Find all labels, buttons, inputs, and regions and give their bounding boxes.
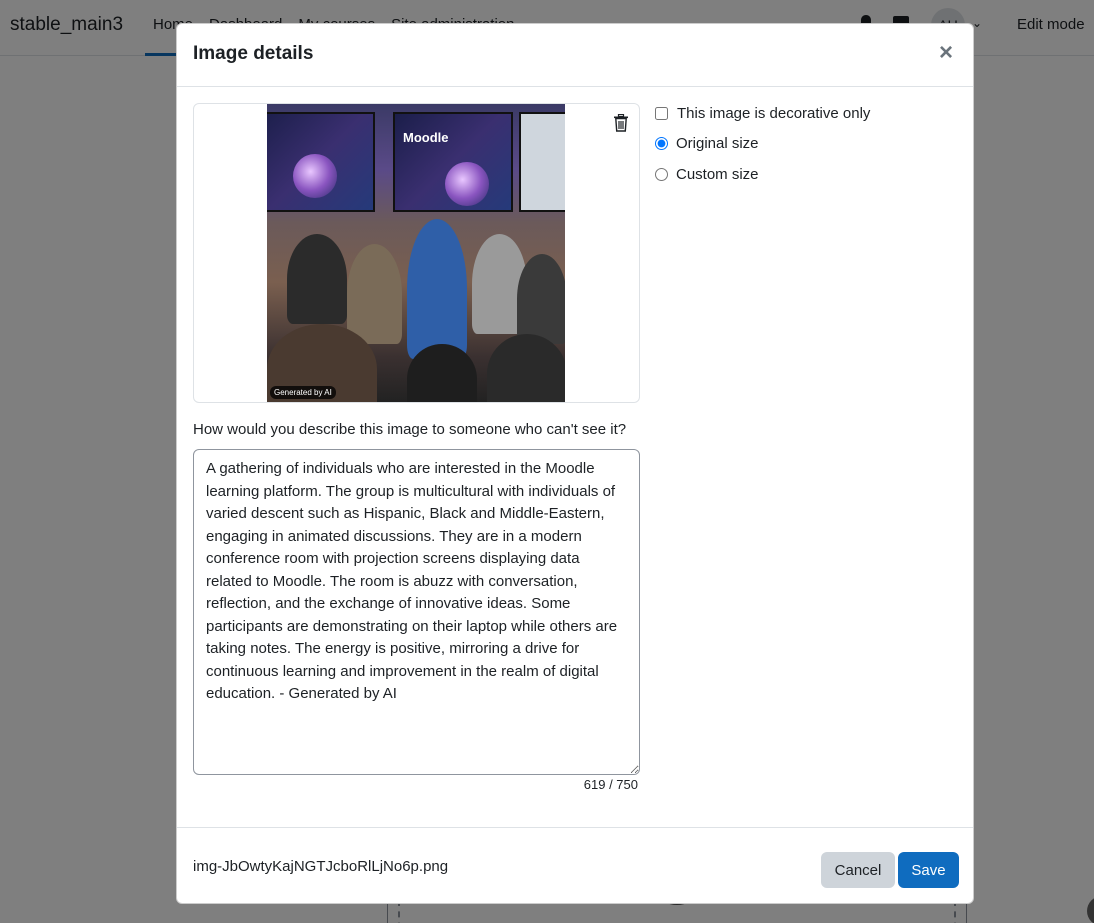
modal-header: Image details × xyxy=(177,24,973,87)
decorative-option[interactable]: This image is decorative only xyxy=(654,105,870,122)
decorative-label: This image is decorative only xyxy=(677,105,871,122)
custom-size-radio[interactable] xyxy=(655,168,668,181)
image-details-dialog: Image details × Moodle Generated by AI T… xyxy=(176,23,974,904)
decorative-checkbox[interactable] xyxy=(655,107,668,120)
image-preview-frame: Moodle Generated by AI xyxy=(193,103,640,403)
cancel-button[interactable]: Cancel xyxy=(821,852,895,888)
original-size-radio[interactable] xyxy=(655,137,668,150)
alt-text-textarea[interactable]: A gathering of individuals who are inter… xyxy=(193,449,640,775)
projection-screen-center: Moodle xyxy=(393,112,513,212)
save-button[interactable]: Save xyxy=(898,852,959,888)
modal-body: Moodle Generated by AI This image is dec… xyxy=(177,87,973,827)
original-size-option[interactable]: Original size xyxy=(654,135,759,152)
custom-size-option[interactable]: Custom size xyxy=(654,166,759,183)
ai-generated-badge: Generated by AI xyxy=(270,386,336,399)
custom-size-label: Custom size xyxy=(676,166,759,183)
projection-screen-left xyxy=(267,112,375,212)
modal-title: Image details xyxy=(193,43,314,64)
modal-footer: img-JbOwtyKajNGTJcboRlLjNo6p.png Cancel … xyxy=(177,827,973,904)
trash-icon[interactable] xyxy=(613,114,629,132)
image-filename: img-JbOwtyKajNGTJcboRlLjNo6p.png xyxy=(193,858,449,875)
alt-text-label: How would you describe this image to som… xyxy=(193,421,627,438)
screen-text: Moodle xyxy=(403,130,449,145)
character-count: 619 / 750 xyxy=(583,777,638,792)
window xyxy=(519,112,565,212)
original-size-label: Original size xyxy=(676,135,759,152)
image-preview: Moodle Generated by AI xyxy=(267,104,565,402)
close-icon[interactable]: × xyxy=(935,40,957,66)
